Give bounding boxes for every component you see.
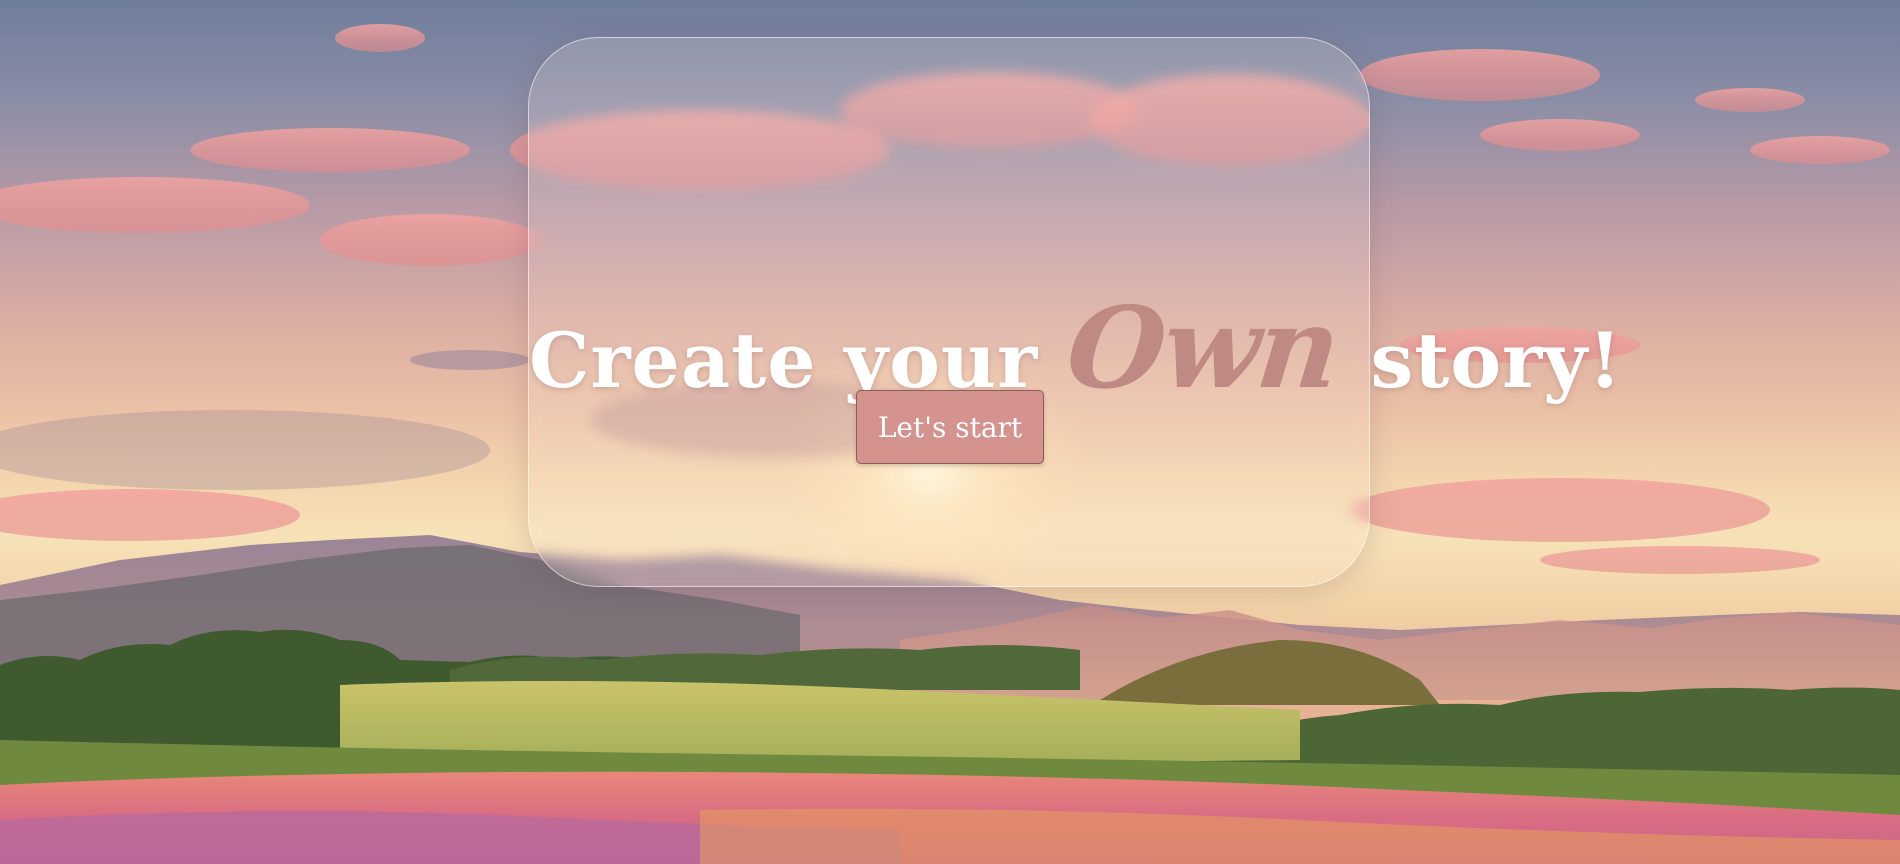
lets-start-button[interactable]: Let's start	[856, 390, 1044, 464]
headline-accent-word: Own	[1060, 282, 1344, 414]
headline-suffix: story!	[1343, 315, 1623, 405]
hero-glass-card: Create your Own story! Let's start	[528, 37, 1622, 587]
